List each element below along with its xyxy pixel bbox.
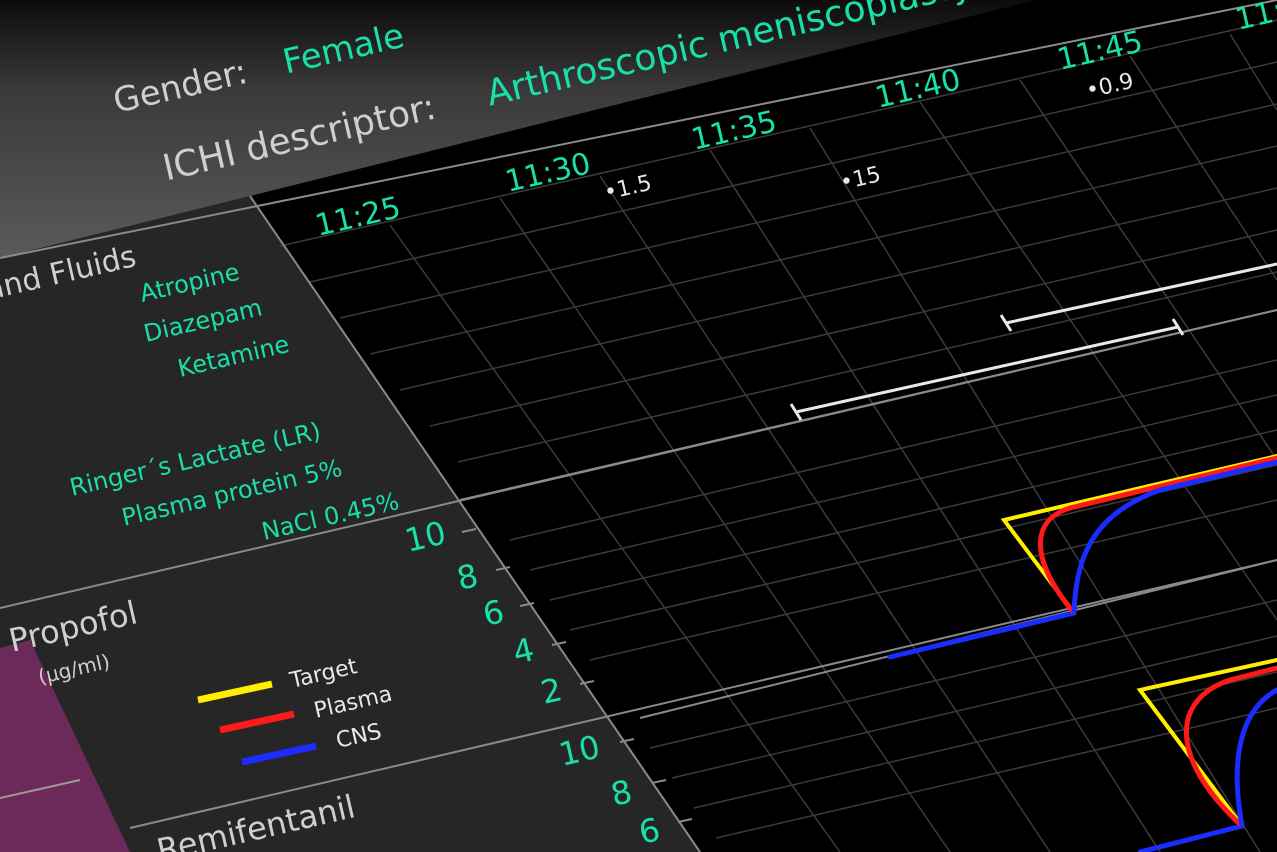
record-canvas: Gender: Female ICHI descriptor: Arthrosc… <box>0 0 1277 852</box>
anesthesia-record-view: Gender: Female ICHI descriptor: Arthrosc… <box>0 0 1277 852</box>
